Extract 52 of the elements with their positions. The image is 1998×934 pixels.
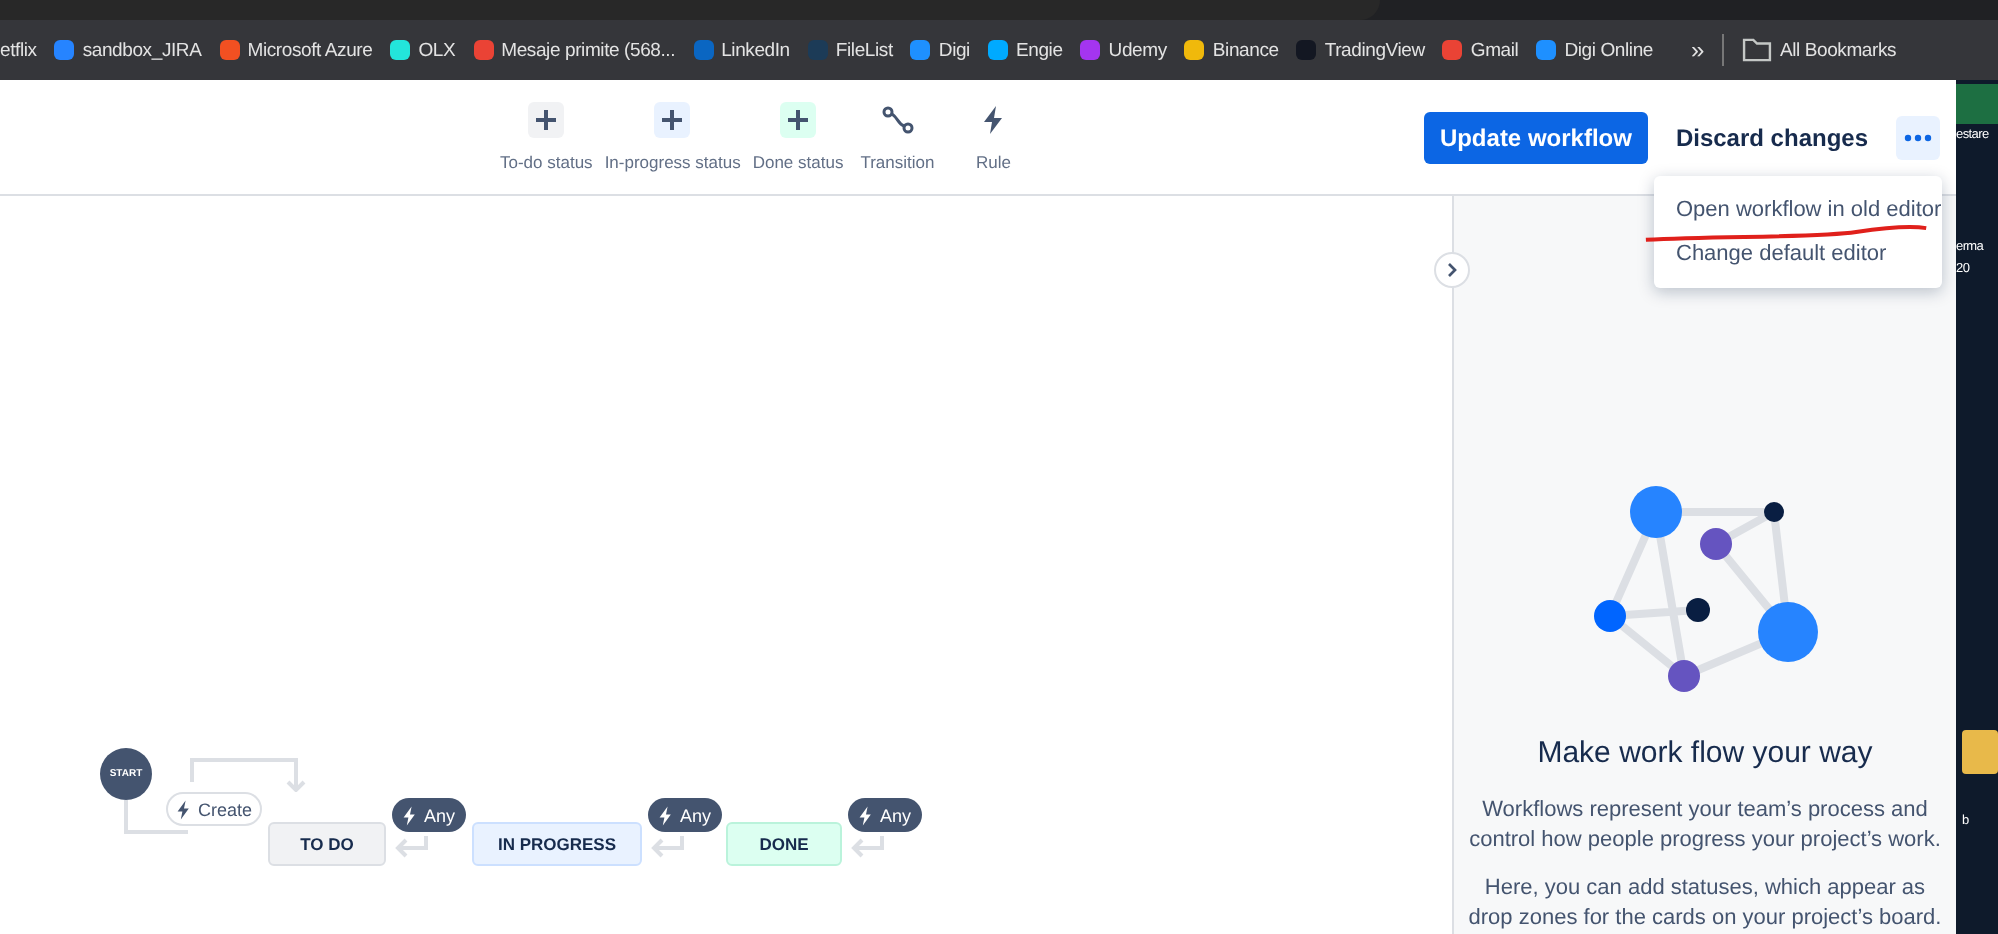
return-arrow [850, 834, 886, 860]
any-transition[interactable]: Any [648, 798, 722, 832]
bookmark-link[interactable]: etflix [0, 39, 37, 61]
panel-heading: Make work flow your way [1537, 736, 1873, 770]
toolbar-tool[interactable]: To-do status [500, 102, 593, 172]
lightning-icon [176, 799, 192, 819]
menu-item[interactable]: Open workflow in old editor [1654, 188, 1942, 232]
lightning-icon [402, 805, 418, 825]
all-bookmarks-link[interactable]: All Bookmarks [1741, 38, 1897, 62]
bookmark-link[interactable]: Digi Online [1536, 39, 1653, 61]
chevron-icon [1446, 262, 1458, 278]
bookmark-link[interactable]: Engie [987, 39, 1063, 61]
lightning-icon [858, 805, 874, 825]
any-transition[interactable]: Any [392, 798, 466, 832]
create-transition[interactable]: Create [166, 792, 263, 826]
bookmark-link[interactable]: Digi [910, 39, 970, 61]
bookmark-link[interactable]: Gmail [1442, 39, 1519, 61]
menu-item[interactable]: Change default editor [1654, 232, 1942, 276]
transition-icon [881, 102, 914, 138]
discard-changes-button[interactable]: Discard changes [1663, 111, 1880, 163]
bookmark-link[interactable]: TradingView [1296, 39, 1425, 61]
toolbar-tool[interactable]: Rule [951, 102, 1036, 172]
more-bookmarks-button[interactable]: » [1690, 36, 1704, 64]
connector-line [124, 798, 190, 836]
folder-icon [1962, 730, 1998, 774]
status-node[interactable]: TO DO [268, 822, 386, 866]
connector-arrow [190, 758, 306, 792]
status-node[interactable]: IN PROGRESS [472, 822, 642, 866]
bookmark-link[interactable]: Mesaje primite (568... [473, 39, 676, 61]
toolbar-tool[interactable]: Done status [752, 102, 844, 172]
toolbar-tool[interactable]: Transition [855, 102, 940, 172]
bookmark-link[interactable]: Microsoft Azure [219, 39, 373, 61]
lightning-icon [658, 805, 674, 825]
toolbar-tool[interactable]: In-progress status [604, 102, 741, 172]
any-transition[interactable]: Any [848, 798, 922, 832]
bookmark-link[interactable]: OLX [390, 39, 456, 61]
update-workflow-button[interactable]: Update workflow [1423, 111, 1648, 163]
panel-paragraph: Here, you can add statuses, which appear as drop zones for the cards on your project’s board. [1466, 874, 1944, 934]
panel-paragraph: Workflows represent your team’s process and control how people progress your project’s work. [1467, 796, 1943, 856]
bookmark-link[interactable]: sandbox_JIRA [54, 39, 202, 61]
status-node[interactable]: DONE [726, 822, 842, 866]
more-button[interactable] [1896, 115, 1940, 159]
bookmark-link[interactable]: FileList [807, 39, 893, 61]
bookmark-link[interactable]: Binance [1184, 39, 1279, 61]
spreadsheet-icon [1956, 84, 1998, 124]
collapse-panel-button[interactable] [1434, 252, 1470, 288]
return-arrow [394, 834, 430, 860]
more-icon [1904, 133, 1932, 141]
bookmark-link[interactable]: LinkedIn [693, 39, 790, 61]
folder-icon [1741, 38, 1772, 62]
bookmark-link[interactable]: Udemy [1080, 39, 1167, 61]
return-arrow [650, 834, 686, 860]
